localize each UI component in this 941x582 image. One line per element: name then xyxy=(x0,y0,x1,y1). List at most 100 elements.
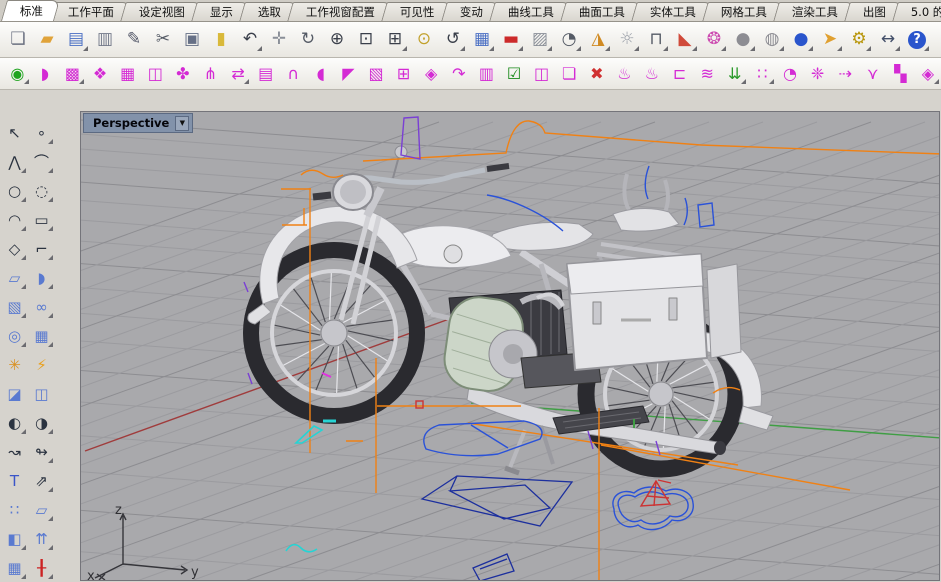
distribute-icon[interactable]: ∷ xyxy=(1,496,28,523)
notification-arrow-icon[interactable]: ➤ xyxy=(816,26,844,53)
rectangle-icon[interactable]: ▭ xyxy=(28,206,55,233)
torus-icon[interactable]: ◎ xyxy=(1,322,28,349)
replace-swap-icon[interactable]: ⇄ xyxy=(225,61,252,86)
shaded-sphere-icon[interactable]: ● xyxy=(729,26,757,53)
edit-notes-icon[interactable]: ✎ xyxy=(120,26,148,53)
rotate-view-icon[interactable]: ↻ xyxy=(294,26,322,53)
polyline-icon[interactable]: ⋀ xyxy=(1,148,28,175)
render-sphere-icon[interactable]: ● xyxy=(787,26,815,53)
quad-split-icon[interactable]: ◫ xyxy=(528,61,555,86)
undo-icon[interactable]: ↶ xyxy=(236,26,264,53)
trim-icon[interactable]: ◪ xyxy=(1,380,28,407)
box-icon[interactable]: ▧ xyxy=(1,293,28,320)
quarter-swirl-icon[interactable]: ◔ xyxy=(777,61,804,86)
tri-dots-icon[interactable]: ⋎ xyxy=(859,61,886,86)
corner-curve-icon[interactable]: ⌐ xyxy=(28,235,55,262)
zoom-selected-icon[interactable]: ⊙ xyxy=(410,26,438,53)
zoom-window-icon[interactable]: ⊡ xyxy=(352,26,380,53)
tab-10[interactable]: 曲面工具 xyxy=(559,2,642,21)
save-icon[interactable]: ▤ xyxy=(62,26,90,53)
sphere-in-box-icon[interactable]: ◫ xyxy=(142,61,169,86)
shrink-clamp-icon[interactable]: ⊏ xyxy=(666,61,693,86)
fold-icon[interactable]: ◤ xyxy=(335,61,362,86)
surface-bend-icon[interactable]: ◗ xyxy=(28,264,55,291)
color-wheel-icon[interactable]: ❂ xyxy=(700,26,728,53)
polygon-icon[interactable]: ◇ xyxy=(1,235,28,262)
move-copy-icon[interactable]: ⇗ xyxy=(28,467,55,494)
split-cube-icon[interactable]: ▩ xyxy=(59,61,86,86)
arrow-points-icon[interactable]: ⇢ xyxy=(832,61,859,86)
ghosted-sphere-icon[interactable]: ◍ xyxy=(758,26,786,53)
point-icon[interactable]: ∘ xyxy=(28,119,55,146)
tab-7[interactable]: 可见性 xyxy=(381,2,452,21)
ellipse-icon[interactable]: ◌ xyxy=(28,177,55,204)
paste-icon[interactable]: ▮ xyxy=(207,26,235,53)
surface-points-icon[interactable]: ▱ xyxy=(1,264,28,291)
boolean-diff-icon[interactable]: ◑ xyxy=(28,409,55,436)
tab-1[interactable]: 标准 xyxy=(0,0,61,21)
blend-curve-icon[interactable]: ↝ xyxy=(1,438,28,465)
viewport-title[interactable]: Perspective ▼ xyxy=(83,113,194,133)
split-red-line-icon[interactable]: ╂ xyxy=(28,554,55,581)
dimension-icon[interactable]: ↔ xyxy=(874,26,902,53)
cut-icon[interactable]: ✂ xyxy=(149,26,177,53)
circle-icon[interactable]: ○ xyxy=(1,177,28,204)
print-icon[interactable]: ▥ xyxy=(91,26,119,53)
smash-gear-icon[interactable]: ❈ xyxy=(804,61,831,86)
solid-cube-icon[interactable]: ◧ xyxy=(1,525,28,552)
zoom-dynamic-icon[interactable]: ⊕ xyxy=(323,26,351,53)
extend-curve-icon[interactable]: ↬ xyxy=(28,438,55,465)
select-arrow-icon[interactable]: ↖ xyxy=(1,119,28,146)
array-plus-icon[interactable]: ⊞ xyxy=(390,61,417,86)
target-gem-icon[interactable]: ◈ xyxy=(915,61,941,86)
plan-map-icon[interactable]: ▨ xyxy=(526,26,554,53)
shear-plane-icon[interactable]: ▱ xyxy=(28,496,55,523)
pan-view-icon[interactable]: ✛ xyxy=(265,26,293,53)
new-file-icon[interactable]: ❏ xyxy=(4,26,32,53)
delete-points-icon[interactable]: ✖ xyxy=(583,61,610,86)
blob-copies-icon[interactable]: ❖ xyxy=(87,61,114,86)
tab-6[interactable]: 工作视窗配置 xyxy=(287,2,392,21)
zoom-extents-icon[interactable]: ⊞ xyxy=(381,26,409,53)
mesh-patch-icon[interactable]: ▦ xyxy=(28,322,55,349)
split-icon[interactable]: ◫ xyxy=(28,380,55,407)
ribbon-wave-icon[interactable]: ≋ xyxy=(694,61,721,86)
spheres-icon[interactable]: ∞ xyxy=(28,293,55,320)
flow-along-curve-icon[interactable]: ↷ xyxy=(446,61,473,86)
viewport-layout-icon[interactable]: ▦ xyxy=(468,26,496,53)
dot-grid-icon[interactable]: ∷ xyxy=(749,61,776,86)
stack-hand-icon[interactable]: ❏ xyxy=(556,61,583,86)
heat-pipe-a-icon[interactable]: ♨ xyxy=(611,61,638,86)
viewport-menu-arrow-icon[interactable]: ▼ xyxy=(175,115,190,131)
gem-box-icon[interactable]: ◈ xyxy=(418,61,445,86)
array-grid-icon[interactable]: ▦ xyxy=(1,554,28,581)
perspective-viewport[interactable]: z x y Perspective ▼ xyxy=(80,111,940,581)
heat-pipe-b-icon[interactable]: ♨ xyxy=(639,61,666,86)
tab-12[interactable]: 网格工具 xyxy=(701,2,784,21)
wishbone-split-icon[interactable]: ⋔ xyxy=(197,61,224,86)
tab-13[interactable]: 渲染工具 xyxy=(772,2,855,21)
flow-surface-icon[interactable]: ◗ xyxy=(32,61,59,86)
twist-icon[interactable]: ◖ xyxy=(308,61,335,86)
options-gear-icon[interactable]: ⚙ xyxy=(845,26,873,53)
explode-icon[interactable]: ✳ xyxy=(1,351,28,378)
open-file-icon[interactable]: ▰ xyxy=(33,26,61,53)
lamp-icon[interactable]: ☼ xyxy=(613,26,641,53)
bend-arch-icon[interactable]: ∩ xyxy=(280,61,307,86)
fan-array-icon[interactable]: ▤ xyxy=(252,61,279,86)
control-points-icon[interactable]: ▦ xyxy=(114,61,141,86)
tab-11[interactable]: 实体工具 xyxy=(630,2,713,21)
set-view-dial-icon[interactable]: ◔ xyxy=(555,26,583,53)
boolean-union-icon[interactable]: ◐ xyxy=(1,409,28,436)
copy-icon[interactable]: ▣ xyxy=(178,26,206,53)
press-down-icon[interactable]: ⇊ xyxy=(721,61,748,86)
curve-cp-icon[interactable]: ⌒ xyxy=(28,148,55,175)
text-icon[interactable]: T xyxy=(1,467,28,494)
named-view-car-icon[interactable]: ▬ xyxy=(497,26,525,53)
viewport-canvas[interactable]: z x y xyxy=(81,112,940,581)
render-pie-icon[interactable]: ◣ xyxy=(671,26,699,53)
help-icon[interactable]: ? xyxy=(903,26,931,53)
tab-15[interactable]: 5.0 的新功能 xyxy=(891,2,941,21)
offset-plus-icon[interactable]: ▧ xyxy=(363,61,390,86)
arc-icon[interactable]: ◠ xyxy=(1,206,28,233)
